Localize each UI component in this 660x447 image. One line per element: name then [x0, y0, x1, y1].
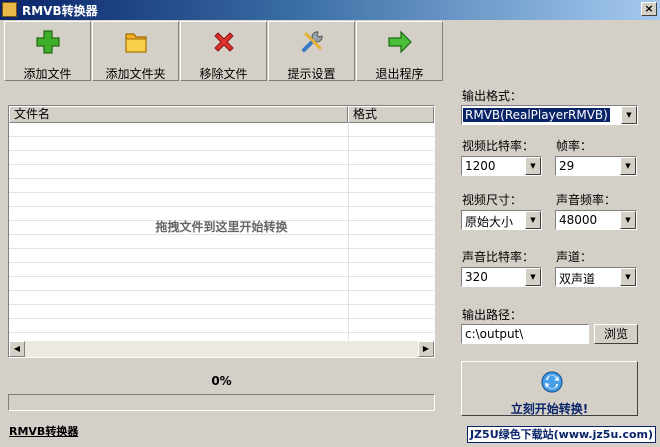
folder-icon — [125, 33, 147, 53]
remove-file-button[interactable]: 移除文件 — [180, 21, 267, 81]
video-size-label: 视频尺寸： — [462, 193, 523, 207]
exit-button[interactable]: 退出程序 — [356, 21, 443, 81]
video-bitrate-label: 视频比特率： — [462, 139, 535, 153]
browse-button[interactable]: 浏览 — [594, 324, 638, 344]
output-format-value: RMVB(RealPlayerRMVB) — [463, 108, 610, 122]
arrow-right-icon — [388, 30, 412, 54]
output-path-label: 输出路径： — [462, 308, 523, 322]
chevron-down-icon[interactable]: ▼ — [525, 211, 541, 229]
audio-bitrate-select[interactable]: 320 ▼ — [461, 267, 542, 287]
channel-select[interactable]: 双声道 ▼ — [555, 267, 637, 287]
audio-bitrate-label: 声音比特率： — [462, 250, 535, 264]
scroll-right-icon[interactable]: ▶ — [418, 341, 434, 357]
add-file-label: 添加文件 — [23, 67, 72, 81]
x-icon — [214, 32, 234, 52]
window-title: RMVB转换器 — [22, 4, 98, 18]
drop-hint: 拖拽文件到这里开始转换 — [155, 220, 288, 234]
column-format[interactable]: 格式 — [348, 106, 434, 123]
chevron-down-icon[interactable]: ▼ — [525, 268, 541, 286]
file-list[interactable]: 文件名 格式 拖拽文件到这里开始转换 ◀ ▶ — [8, 105, 435, 358]
chevron-down-icon[interactable]: ▼ — [620, 268, 636, 286]
chevron-down-icon[interactable]: ▼ — [525, 157, 541, 175]
status-app-name: RMVB转换器 — [9, 425, 79, 438]
add-folder-label: 添加文件夹 — [105, 67, 166, 81]
file-list-header: 文件名 格式 — [9, 106, 434, 123]
app-icon — [2, 2, 17, 17]
column-filename[interactable]: 文件名 — [9, 106, 348, 123]
exit-label: 退出程序 — [375, 67, 424, 81]
tools-icon — [302, 31, 323, 52]
horizontal-scrollbar[interactable]: ◀ ▶ — [9, 341, 434, 357]
audio-freq-label: 声音频率： — [556, 193, 617, 207]
frame-rate-select[interactable]: 29 ▼ — [555, 156, 637, 176]
title-bar: RMVB转换器 × — [0, 0, 660, 20]
video-size-select[interactable]: 原始大小 ▼ — [461, 210, 542, 230]
close-button[interactable]: × — [641, 2, 657, 16]
plus-icon — [36, 30, 60, 54]
frame-rate-value: 29 — [559, 159, 575, 173]
start-convert-label: 立刻开始转换! — [510, 402, 589, 416]
audio-bitrate-value: 320 — [465, 270, 488, 284]
chevron-down-icon[interactable]: ▼ — [620, 157, 636, 175]
chevron-down-icon[interactable]: ▼ — [620, 211, 636, 229]
settings-button[interactable]: 提示设置 — [268, 21, 355, 81]
frame-rate-label: 帧率： — [556, 139, 593, 153]
add-folder-button[interactable]: 添加文件夹 — [92, 21, 179, 81]
progress-percent: 0% — [211, 374, 232, 388]
video-bitrate-select[interactable]: 1200 ▼ — [461, 156, 542, 176]
chevron-down-icon[interactable]: ▼ — [621, 106, 637, 124]
site-banner[interactable]: JZ5U绿色下载站(www.jz5u.com) — [467, 426, 656, 443]
toolbar: 添加文件 添加文件夹 移除文件 提示设置 退出程序 — [4, 21, 444, 81]
output-format-label: 输出格式： — [462, 89, 523, 103]
progress-bar — [8, 394, 435, 411]
audio-freq-value: 48000 — [559, 213, 598, 227]
output-path-input[interactable]: c:\output\ — [461, 324, 589, 344]
start-convert-button[interactable]: 立刻开始转换! — [461, 361, 638, 416]
output-format-select[interactable]: RMVB(RealPlayerRMVB) ▼ — [461, 105, 638, 125]
remove-file-label: 移除文件 — [199, 67, 248, 81]
audio-freq-select[interactable]: 48000 ▼ — [555, 210, 637, 230]
channel-label: 声道： — [556, 250, 593, 264]
scroll-left-icon[interactable]: ◀ — [9, 341, 25, 357]
convert-icon — [541, 371, 563, 393]
video-bitrate-value: 1200 — [465, 159, 496, 173]
add-file-button[interactable]: 添加文件 — [4, 21, 91, 81]
channel-value: 双声道 — [559, 272, 596, 286]
video-size-value: 原始大小 — [465, 215, 514, 229]
settings-label: 提示设置 — [287, 67, 336, 81]
